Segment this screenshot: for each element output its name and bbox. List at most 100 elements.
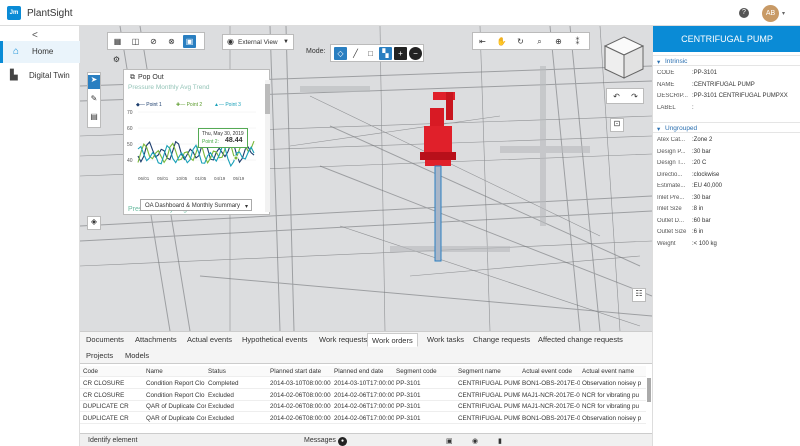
tab-change-requests[interactable]: Change requests	[473, 333, 530, 347]
pop-out-button[interactable]: ⧉ Pop Out	[130, 74, 164, 82]
eye-icon[interactable]: ◉	[472, 437, 478, 445]
view-cube[interactable]	[602, 34, 646, 82]
layer-stack-icon[interactable]: ◈	[87, 216, 101, 230]
clipboard-icon[interactable]: ▤	[88, 112, 100, 121]
footsteps-icon[interactable]: ⁑	[571, 35, 584, 48]
column-header[interactable]: Code	[83, 368, 143, 378]
mode-label: Mode:	[306, 48, 326, 55]
app-window: Jm PlantSight ? AB ▾ < ⌂ Home ▙ Digital …	[0, 0, 800, 446]
scrollbar-thumb[interactable]	[265, 84, 270, 114]
section-title: Ungrouped	[665, 125, 698, 132]
column-header[interactable]: Actual event name	[582, 368, 644, 378]
identify-element-button[interactable]: Identify element	[88, 437, 137, 444]
3d-viewer[interactable]: ▦ ◫ ⊘ ⊗ ▣ ⚙ ◉ External View ▼ Mode: ◇ ╱ …	[80, 26, 652, 331]
property-row: Weight:< 100 kg	[657, 239, 800, 250]
eye-icon: ◉	[227, 37, 234, 46]
chevron-down-icon: ▾	[244, 203, 248, 210]
add-icon[interactable]: +	[394, 47, 407, 60]
chart-popup[interactable]: ⧉ Pop Out Pressure Monthly Avg Trend ◆— P…	[123, 69, 270, 215]
tab-attachments[interactable]: Attachments	[135, 333, 177, 347]
help-icon[interactable]: ?	[739, 8, 749, 18]
popup-scrollbar[interactable]	[265, 80, 270, 212]
redo-icon[interactable]: ↷	[628, 90, 641, 103]
column-header[interactable]: Planned start date	[270, 368, 332, 378]
tab-hypothetical-events[interactable]: Hypothetical events	[242, 333, 307, 347]
table-row[interactable]: CR CLOSURE Condition Report Clo Excluded 20…	[80, 390, 646, 401]
column-header[interactable]: Name	[146, 368, 206, 378]
x-tick-label: 10/05	[176, 176, 188, 181]
rotate-icon[interactable]: ↻	[514, 35, 527, 48]
select-mode-icon[interactable]: ◇	[334, 47, 347, 60]
zoom-icon[interactable]: ⌕	[533, 35, 546, 48]
walk-icon[interactable]: ⇤	[476, 35, 489, 48]
property-row: Design T...:20 C	[657, 158, 800, 169]
table-row[interactable]: DUPLICATE CR QAR of Duplicate Cor Excluded…	[80, 413, 646, 424]
tab-projects[interactable]: Projects	[86, 349, 113, 363]
chevron-down-icon: ▼	[283, 39, 289, 45]
property-value: :Zone 2	[692, 137, 713, 143]
tree-icon[interactable]: ☷	[632, 288, 646, 302]
property-key: Outlet D...	[657, 217, 685, 224]
avatar[interactable]: AB	[762, 5, 779, 22]
box-mode-icon[interactable]: □	[364, 47, 377, 60]
hide-icon[interactable]: ⊘	[147, 35, 160, 48]
column-header[interactable]: Planned end date	[334, 368, 394, 378]
tab-work-orders[interactable]: Work orders	[367, 333, 418, 347]
pointer-icon[interactable]: ➤	[88, 75, 100, 89]
sidebar-item-digital-twin[interactable]: ▙ Digital Twin	[0, 65, 80, 87]
image-icon[interactable]: ▣	[446, 437, 453, 445]
measure-icon[interactable]: ✎	[88, 94, 100, 103]
section-icon[interactable]: ◫	[129, 35, 142, 48]
table-row[interactable]: DUPLICATE CR QAR of Duplicate Cor Excluded…	[80, 401, 646, 412]
tab-affected-change-requests[interactable]: Affected change requests	[538, 333, 623, 347]
view-dropdown[interactable]: ◉ External View ▼	[222, 34, 294, 50]
property-row: Inlet Size:8 in	[657, 204, 800, 215]
tab-work-requests[interactable]: Work requests	[319, 333, 367, 347]
pattern-mode-icon[interactable]: ▚	[379, 47, 392, 60]
table-cell: 2014-02-06T08:00:00	[270, 391, 331, 399]
section-ungrouped[interactable]: ▾ Ungrouped	[653, 122, 800, 133]
section-title: Intrinsic	[665, 58, 688, 65]
table-cell: MAJ1-NCR-2017E-00	[522, 403, 580, 410]
home-icon: ⌂	[13, 46, 20, 57]
fit-view-icon[interactable]: ▦	[111, 35, 124, 48]
tab-work-tasks[interactable]: Work tasks	[427, 333, 464, 347]
zoom-window-icon[interactable]: ⊕	[552, 35, 565, 48]
property-row: NAME:CENTRIFUGAL PUMP	[657, 80, 800, 91]
trash-icon[interactable]: ▮	[498, 437, 502, 445]
property-row: Outlet Size:6 in	[657, 227, 800, 238]
tab-documents[interactable]: Documents	[86, 333, 124, 347]
table-cell: CENTRIFUGAL PUMP	[458, 403, 520, 410]
table-cell: PP-3101	[396, 403, 421, 410]
undo-icon[interactable]: ↶	[610, 90, 623, 103]
chat-icon[interactable]: ●	[338, 437, 347, 446]
remove-icon[interactable]: −	[409, 47, 422, 60]
sidebar-item-home[interactable]: ⌂ Home	[0, 41, 80, 63]
screenshot-icon[interactable]: ⊡	[610, 118, 624, 132]
chevron-down-icon[interactable]: ▾	[782, 10, 785, 17]
column-header[interactable]: Segment name	[458, 368, 520, 378]
line-mode-icon[interactable]: ╱	[349, 47, 362, 60]
tab-actual-events[interactable]: Actual events	[187, 333, 232, 347]
property-key: Directio...	[657, 171, 683, 178]
table-row[interactable]: CR CLOSURE Condition Report Clo Completed 2…	[80, 378, 646, 389]
isolate-icon[interactable]: ⊗	[165, 35, 178, 48]
tab-models[interactable]: Models	[125, 349, 149, 363]
column-header[interactable]: Status	[208, 368, 268, 378]
layers-icon[interactable]: ▣	[183, 35, 196, 48]
history-toolbar: ↶ ↷	[606, 88, 644, 104]
pan-icon[interactable]: ✋	[495, 35, 508, 48]
properties-icon[interactable]: ⚙	[110, 53, 123, 66]
column-header[interactable]: Actual event code	[522, 368, 580, 378]
grid-scrollbar[interactable]	[647, 378, 651, 402]
dashboard-select[interactable]: OA Dashboard & Monthly Summary ▾	[140, 199, 252, 211]
app-logo[interactable]: Jm	[7, 6, 21, 20]
property-value: :60 bar	[692, 217, 711, 224]
hover-point[interactable]	[233, 155, 239, 161]
collapse-sidebar-icon[interactable]: <	[32, 30, 38, 41]
messages-button[interactable]: Messages	[304, 437, 336, 444]
section-intrinsic[interactable]: ▾ Intrinsic	[653, 55, 800, 66]
property-value: :20 C	[692, 160, 707, 166]
column-header[interactable]: Segment code	[396, 368, 456, 378]
table-cell: PP-3101	[396, 391, 421, 399]
